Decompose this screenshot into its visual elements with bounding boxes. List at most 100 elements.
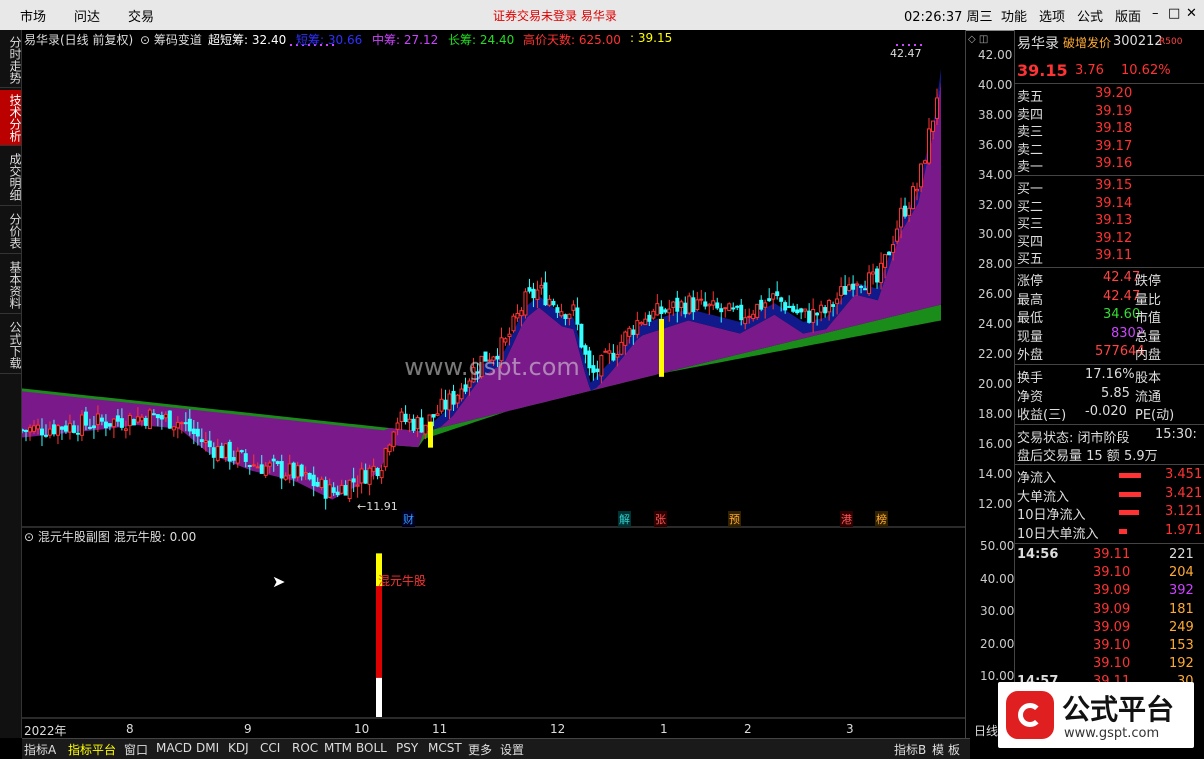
tab-function[interactable]: 功能 xyxy=(1001,6,1027,25)
tab-profile[interactable]: 基本资料 xyxy=(0,256,22,314)
stat-label-right: 流通 xyxy=(1135,389,1162,405)
bid-price[interactable]: 39.12 xyxy=(1095,231,1132,246)
candle-body xyxy=(815,312,820,316)
ask-price[interactable]: 39.16 xyxy=(1095,156,1132,171)
flow-bar xyxy=(1119,510,1139,516)
tab-indicator-b[interactable]: 指标B xyxy=(894,741,926,758)
candle-body xyxy=(635,320,640,335)
ask-price[interactable]: 39.20 xyxy=(1095,86,1132,101)
tab-options[interactable]: 选项 xyxy=(1039,6,1065,25)
candle-body xyxy=(335,491,340,496)
indicator-tab[interactable]: CCI xyxy=(260,741,280,755)
candle-body xyxy=(907,207,912,216)
indicator-tab[interactable]: KDJ xyxy=(228,741,249,755)
y-tick: 42.00 xyxy=(978,48,1013,62)
indicator-tab[interactable]: BOLL xyxy=(356,741,387,755)
logo-url: www.gspt.com xyxy=(1064,726,1160,741)
candle-body xyxy=(75,432,80,435)
x-tick: 12 xyxy=(550,722,566,736)
indicator-tab[interactable]: PSY xyxy=(396,741,418,755)
event-marker-rank[interactable]: 榜 xyxy=(875,511,888,527)
candle-body xyxy=(22,429,24,432)
bid-price[interactable]: 39.13 xyxy=(1095,213,1132,228)
tab-trades[interactable]: 成交明细 xyxy=(0,148,22,206)
indicator-tab[interactable]: 窗口 xyxy=(124,741,148,758)
tab-template-1[interactable]: 模 xyxy=(932,741,944,758)
candle-body xyxy=(339,484,344,494)
candle-body xyxy=(279,461,284,479)
candle-body xyxy=(731,307,736,310)
indicator-tab[interactable]: 指标平台 xyxy=(68,741,116,758)
indicator-tab[interactable]: 设置 xyxy=(500,741,524,758)
ask-price[interactable]: 39.19 xyxy=(1095,104,1132,119)
candle-body xyxy=(139,416,144,422)
candle-body xyxy=(771,293,776,300)
kline-svg[interactable]: www.gspt.com xyxy=(22,30,965,720)
tab-formula-download[interactable]: 公式下载 xyxy=(0,316,22,374)
candle-body xyxy=(811,308,816,323)
candle-body xyxy=(55,425,60,436)
after-hours-volume: 盘后交易量 15 额 5.9万 xyxy=(1017,449,1158,464)
minimize-button[interactable]: – xyxy=(1152,6,1159,21)
candle-body xyxy=(423,424,428,435)
event-marker-hk[interactable]: 港 xyxy=(840,511,853,527)
indicator-toggle-icon[interactable]: ⊙ xyxy=(140,33,150,47)
stat-value: 5.85 xyxy=(1101,385,1130,401)
trade-login-status[interactable]: 证券交易未登录 易华录 xyxy=(493,7,617,24)
tick-volume: 181 xyxy=(1169,601,1194,617)
bid-price[interactable]: 39.15 xyxy=(1095,178,1132,193)
menu-trade[interactable]: 交易 xyxy=(128,6,154,25)
indicator-tab[interactable]: MCST xyxy=(428,741,462,755)
candle-body xyxy=(151,413,156,416)
indicator-name[interactable]: ⊙ 筹码变道 xyxy=(140,31,202,48)
tab-layout[interactable]: 版面 xyxy=(1115,6,1141,25)
event-marker-rise[interactable]: 张 xyxy=(654,511,667,527)
flow-label: 10日大单流入 xyxy=(1017,526,1099,542)
bid-label: 买四 xyxy=(1017,234,1044,250)
menu-wenda[interactable]: 问达 xyxy=(74,6,100,25)
tick-volume: 153 xyxy=(1169,638,1194,653)
candle-body xyxy=(451,390,456,405)
subchart-y-tick: 40.00 xyxy=(980,571,1015,586)
subchart-toggle-icon[interactable]: ⊙ xyxy=(24,530,34,544)
candle-body xyxy=(623,331,628,346)
close-button[interactable]: ✕ xyxy=(1186,6,1197,21)
stat-label: 最低 xyxy=(1017,311,1044,327)
indicator-tab[interactable]: MTM xyxy=(324,741,352,755)
indicator-tab[interactable]: 更多 xyxy=(468,741,492,758)
bid-price[interactable]: 39.14 xyxy=(1095,196,1132,211)
tab-price-table[interactable]: 分价表 xyxy=(0,208,22,254)
stat-label-right: 量比 xyxy=(1135,292,1162,308)
axis-settings-icon[interactable]: ◇ ◫ xyxy=(968,34,988,45)
menu-market[interactable]: 市场 xyxy=(20,6,46,25)
candle-body xyxy=(699,298,704,301)
tab-technical[interactable]: 技术分析 xyxy=(0,90,22,146)
tab-template-2[interactable]: 板 xyxy=(948,741,960,758)
candle-body xyxy=(587,350,592,369)
bid-price[interactable]: 39.11 xyxy=(1095,248,1132,263)
y-tick: 34.00 xyxy=(978,167,1013,182)
y-tick: 22.00 xyxy=(978,347,1013,361)
candle-body xyxy=(87,426,92,429)
indicator-tab[interactable]: MACD xyxy=(156,741,192,755)
candle-body xyxy=(263,465,268,476)
candle-body xyxy=(403,413,408,423)
tab-formula[interactable]: 公式 xyxy=(1077,6,1103,25)
candle-body xyxy=(763,302,768,308)
indicator-tab[interactable]: DMI xyxy=(196,741,219,755)
maximize-button[interactable]: □ xyxy=(1168,6,1180,21)
event-marker-forecast[interactable]: 预 xyxy=(728,511,741,527)
tab-intraday[interactable]: 分时走势 xyxy=(0,32,22,88)
indicator-tab[interactable]: ROC xyxy=(292,741,318,755)
event-marker-unlock[interactable]: 解 xyxy=(618,511,631,527)
candle-body xyxy=(575,307,580,325)
ask-price[interactable]: 39.18 xyxy=(1095,121,1132,136)
candle-body xyxy=(267,462,272,467)
ask-price[interactable]: 39.17 xyxy=(1095,139,1132,154)
main-chart-area[interactable]: www.gspt.com 易华录(日线 前复权) ⊙ 筹码变道 超短筹: 32.… xyxy=(22,30,965,738)
period-label[interactable]: 日线 xyxy=(974,722,998,739)
candle-body xyxy=(463,384,468,392)
event-marker-finance[interactable]: 财 xyxy=(402,511,415,527)
clock: 02:26:37 周三 xyxy=(904,10,993,25)
indicator-tab[interactable]: 指标A xyxy=(24,741,56,758)
